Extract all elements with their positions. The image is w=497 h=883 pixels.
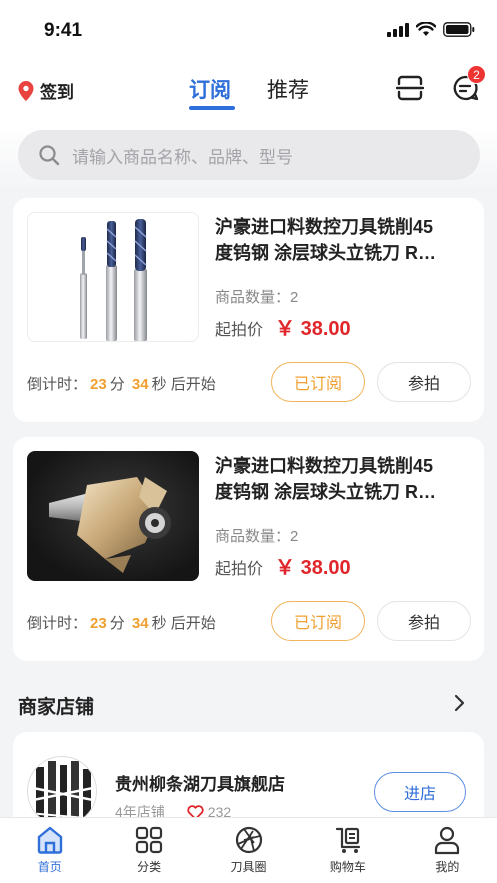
sign-in-button[interactable]: 签到 xyxy=(18,78,74,103)
tab-cart-label: 购物车 xyxy=(329,860,366,874)
minutes-unit: 分 xyxy=(109,376,125,393)
product-card[interactable]: 沪豪进口料数控刀具铣削45 度钨钢 涂层球头立铣刀 R… 商品数量：2 起拍价 … xyxy=(13,198,484,422)
countdown: 倒计时： 23 分 34 秒 后开始 xyxy=(27,612,216,633)
tab-tool-circle-label: 刀具圈 xyxy=(230,860,267,874)
quantity-label: 商品数量： xyxy=(215,528,291,545)
countdown-prefix: 倒计时： xyxy=(27,615,88,632)
shop-logo-image xyxy=(28,761,96,825)
starting-price: ￥ 38.00 xyxy=(275,557,351,579)
message-count-badge: 2 xyxy=(467,65,486,84)
countdown-suffix: 后开始 xyxy=(170,615,216,632)
price-row: 起拍价 ￥ 38.00 xyxy=(215,551,351,580)
shops-section-title: 商家店铺 xyxy=(18,697,95,718)
wifi-icon xyxy=(416,22,436,36)
quantity-value: 2 xyxy=(290,289,299,306)
product-title-line: 沪豪进口料数控刀具铣削45 xyxy=(215,217,434,237)
search-input[interactable]: 请输入商品名称、品牌、型号 xyxy=(18,130,480,180)
person-icon xyxy=(435,826,460,855)
product-quantity: 商品数量：2 xyxy=(215,286,298,307)
product-card[interactable]: 沪豪进口料数控刀具铣削45 度钨钢 涂层球头立铣刀 R… 商品数量：2 起拍价 … xyxy=(13,437,484,661)
cellular-signal-icon xyxy=(387,22,409,37)
countdown-prefix: 倒计时： xyxy=(27,376,88,393)
subscribed-button[interactable]: 已订阅 xyxy=(271,601,365,641)
countdown-seconds: 34 xyxy=(131,615,149,632)
battery-icon xyxy=(443,22,475,37)
shop-logo xyxy=(27,756,97,826)
chevron-right-icon xyxy=(454,694,465,712)
enter-shop-button[interactable]: 进店 xyxy=(374,772,466,812)
product-title-line: 沪豪进口料数控刀具铣削45 xyxy=(215,456,434,476)
tab-category[interactable]: 分类 xyxy=(99,818,198,883)
minutes-unit: 分 xyxy=(109,615,125,632)
location-pin-icon xyxy=(18,80,34,101)
starting-price-label: 起拍价 xyxy=(215,561,264,578)
starting-price: ￥ 38.00 xyxy=(275,318,351,340)
scan-button[interactable] xyxy=(394,72,426,104)
tab-subscribed[interactable]: 订阅 xyxy=(189,74,231,104)
tab-home-label: 首页 xyxy=(37,860,62,874)
status-bar: 9:41 xyxy=(0,0,497,58)
countdown-seconds: 34 xyxy=(131,376,149,393)
tab-me[interactable]: 我的 xyxy=(398,818,497,883)
product-title-line: 度钨钢 涂层球头立铣刀 R… xyxy=(215,482,436,502)
cart-icon xyxy=(335,827,361,853)
product-title: 沪豪进口料数控刀具铣削45 度钨钢 涂层球头立铣刀 R… xyxy=(215,453,455,505)
grid-icon xyxy=(136,826,163,854)
top-nav: 签到 订阅 推荐 2 xyxy=(0,58,497,124)
tab-recommended[interactable]: 推荐 xyxy=(267,74,309,104)
product-title-line: 度钨钢 涂层球头立铣刀 R… xyxy=(215,243,436,263)
bottom-tab-bar: 首页 分类 刀具圈 购物车 我的 xyxy=(0,817,497,883)
sign-in-label: 签到 xyxy=(40,83,74,102)
scan-icon xyxy=(396,75,424,101)
product-image xyxy=(27,212,199,342)
tab-cart[interactable]: 购物车 xyxy=(298,818,397,883)
status-icons xyxy=(387,22,475,37)
countdown-minutes: 23 xyxy=(90,376,107,393)
search-icon xyxy=(39,145,60,166)
product-image xyxy=(27,451,199,581)
price-row: 起拍价 ￥ 38.00 xyxy=(215,312,351,341)
tab-category-label: 分类 xyxy=(137,860,162,874)
product-title: 沪豪进口料数控刀具铣削45 度钨钢 涂层球头立铣刀 R… xyxy=(215,214,455,266)
shops-more-button[interactable] xyxy=(452,694,466,717)
tab-tool-circle[interactable]: 刀具圈 xyxy=(199,818,298,883)
countdown-suffix: 后开始 xyxy=(170,376,216,393)
tab-me-label: 我的 xyxy=(435,860,460,874)
router-bit-image xyxy=(49,477,171,573)
seconds-unit: 秒 xyxy=(151,376,167,393)
home-icon xyxy=(37,826,62,854)
countdown: 倒计时： 23 分 34 秒 后开始 xyxy=(27,373,216,394)
search-area: 请输入商品名称、品牌、型号 xyxy=(0,124,497,192)
seconds-unit: 秒 xyxy=(151,615,167,632)
tab-home[interactable]: 首页 xyxy=(0,818,99,883)
shop-name: 贵州柳条湖刀具旗舰店 xyxy=(115,775,285,794)
subscribed-button[interactable]: 已订阅 xyxy=(271,362,365,402)
product-quantity: 商品数量：2 xyxy=(215,525,298,546)
countdown-minutes: 23 xyxy=(90,615,107,632)
bid-button[interactable]: 参拍 xyxy=(377,601,471,641)
active-tab-indicator xyxy=(189,106,235,110)
aperture-icon xyxy=(235,826,262,854)
status-time: 9:41 xyxy=(44,20,83,41)
quantity-value: 2 xyxy=(290,528,299,545)
bid-button[interactable]: 参拍 xyxy=(377,362,471,402)
end-mill-tools-image xyxy=(80,219,147,341)
quantity-label: 商品数量： xyxy=(215,289,291,306)
starting-price-label: 起拍价 xyxy=(215,322,264,339)
search-placeholder: 请输入商品名称、品牌、型号 xyxy=(72,147,293,167)
